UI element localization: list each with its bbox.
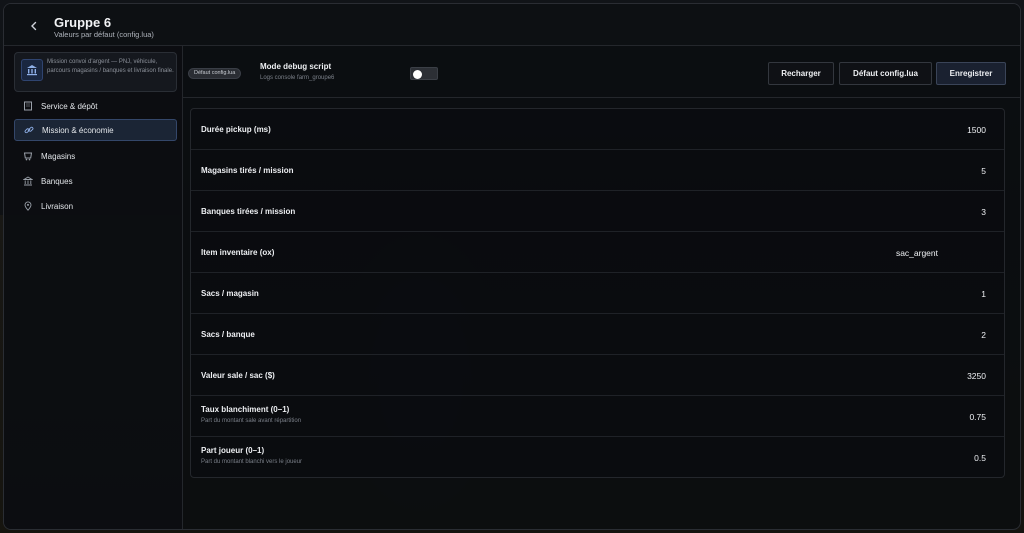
setting-row: Banques tirées / mission 3	[191, 191, 1004, 232]
setting-value-input[interactable]: 5	[981, 166, 986, 176]
setting-row: Part joueur (0–1) Part du montant blanch…	[191, 437, 1004, 478]
setting-value-input[interactable]: 0.75	[969, 412, 986, 422]
sidebar-item-label: Magasins	[41, 151, 76, 161]
sidebar-item-label: Livraison	[41, 201, 74, 211]
link-icon	[24, 125, 34, 135]
header: Gruppe 6 Valeurs par défaut (config.lua)	[4, 4, 1020, 46]
settings-table: Durée pickup (ms) 1500 Magasins tirés / …	[190, 108, 1005, 478]
setting-label: Sacs / banque	[201, 330, 255, 339]
setting-row: Valeur sale / sac ($) 3250	[191, 355, 1004, 396]
sidebar-item-mission-economie[interactable]: Mission & économie	[14, 119, 177, 141]
default-config-button[interactable]: Défaut config.lua	[839, 62, 932, 85]
sidebar-item-service-depot[interactable]: Service & dépôt	[14, 95, 177, 117]
sidebar-item-livraison[interactable]: Livraison	[14, 195, 177, 217]
setting-label: Taux blanchiment (0–1)	[201, 405, 290, 414]
sidebar-item-magasins[interactable]: Magasins	[14, 145, 177, 167]
setting-value-input[interactable]: sac_argent	[896, 248, 938, 258]
building-icon	[23, 101, 33, 111]
setting-hint: Part du montant sale avant répartition	[201, 418, 302, 424]
store-icon	[23, 151, 33, 161]
toolbar: Défaut config.lua Mode debug script Logs…	[183, 46, 1020, 98]
sidebar-item-label: Service & dépôt	[41, 101, 98, 111]
sidebar-item-label: Mission & économie	[42, 125, 114, 135]
setting-label: Sacs / magasin	[201, 289, 259, 298]
setting-label: Part joueur (0–1)	[201, 446, 265, 455]
debug-mode-subtitle: Logs console farm_groupe6	[260, 75, 335, 81]
chevron-left-icon	[31, 21, 37, 31]
setting-value-input[interactable]: 1500	[967, 125, 986, 135]
page-title: Gruppe 6	[54, 15, 112, 30]
setting-label: Magasins tirés / mission	[201, 166, 294, 175]
sidebar-item-banques[interactable]: Banques	[14, 170, 177, 192]
bank-icon	[23, 176, 33, 186]
mission-info-card: Mission convoi d'argent — PNJ, véhicule,…	[14, 52, 177, 92]
setting-value-input[interactable]: 0.5	[974, 453, 986, 463]
setting-label: Valeur sale / sac ($)	[201, 371, 275, 380]
debug-mode-toggle[interactable]	[410, 67, 438, 80]
setting-row: Durée pickup (ms) 1500	[191, 109, 1004, 150]
setting-value-input[interactable]: 1	[981, 289, 986, 299]
setting-value-input[interactable]: 2	[981, 330, 986, 340]
default-config-badge: Défaut config.lua	[188, 68, 242, 79]
debug-mode-title: Mode debug script	[260, 62, 332, 71]
sidebar: Mission convoi d'argent — PNJ, véhicule,…	[4, 46, 183, 529]
setting-row: Sacs / banque 2	[191, 314, 1004, 355]
toggle-knob	[413, 69, 422, 79]
pin-icon	[23, 201, 33, 211]
mission-description: Mission convoi d'argent — PNJ, véhicule,…	[47, 59, 174, 74]
setting-label: Durée pickup (ms)	[201, 125, 271, 134]
setting-value-input[interactable]: 3250	[967, 371, 986, 381]
setting-label: Banques tirées / mission	[201, 207, 296, 216]
reload-button[interactable]: Recharger	[768, 62, 834, 85]
page-subtitle: Valeurs par défaut (config.lua)	[54, 30, 154, 39]
setting-label: Item inventaire (ox)	[201, 248, 275, 257]
sidebar-item-label: Banques	[41, 176, 73, 186]
back-button[interactable]	[24, 16, 44, 36]
setting-value-input[interactable]: 3	[981, 207, 986, 217]
setting-row: Item inventaire (ox) sac_argent	[191, 232, 1004, 273]
save-button[interactable]: Enregistrer	[936, 62, 1006, 85]
setting-row: Sacs / magasin 1	[191, 273, 1004, 314]
bank-icon	[21, 59, 43, 81]
setting-row: Taux blanchiment (0–1) Part du montant s…	[191, 396, 1004, 437]
setting-row: Magasins tirés / mission 5	[191, 150, 1004, 191]
setting-hint: Part du montant blanchi vers le joueur	[201, 459, 303, 465]
